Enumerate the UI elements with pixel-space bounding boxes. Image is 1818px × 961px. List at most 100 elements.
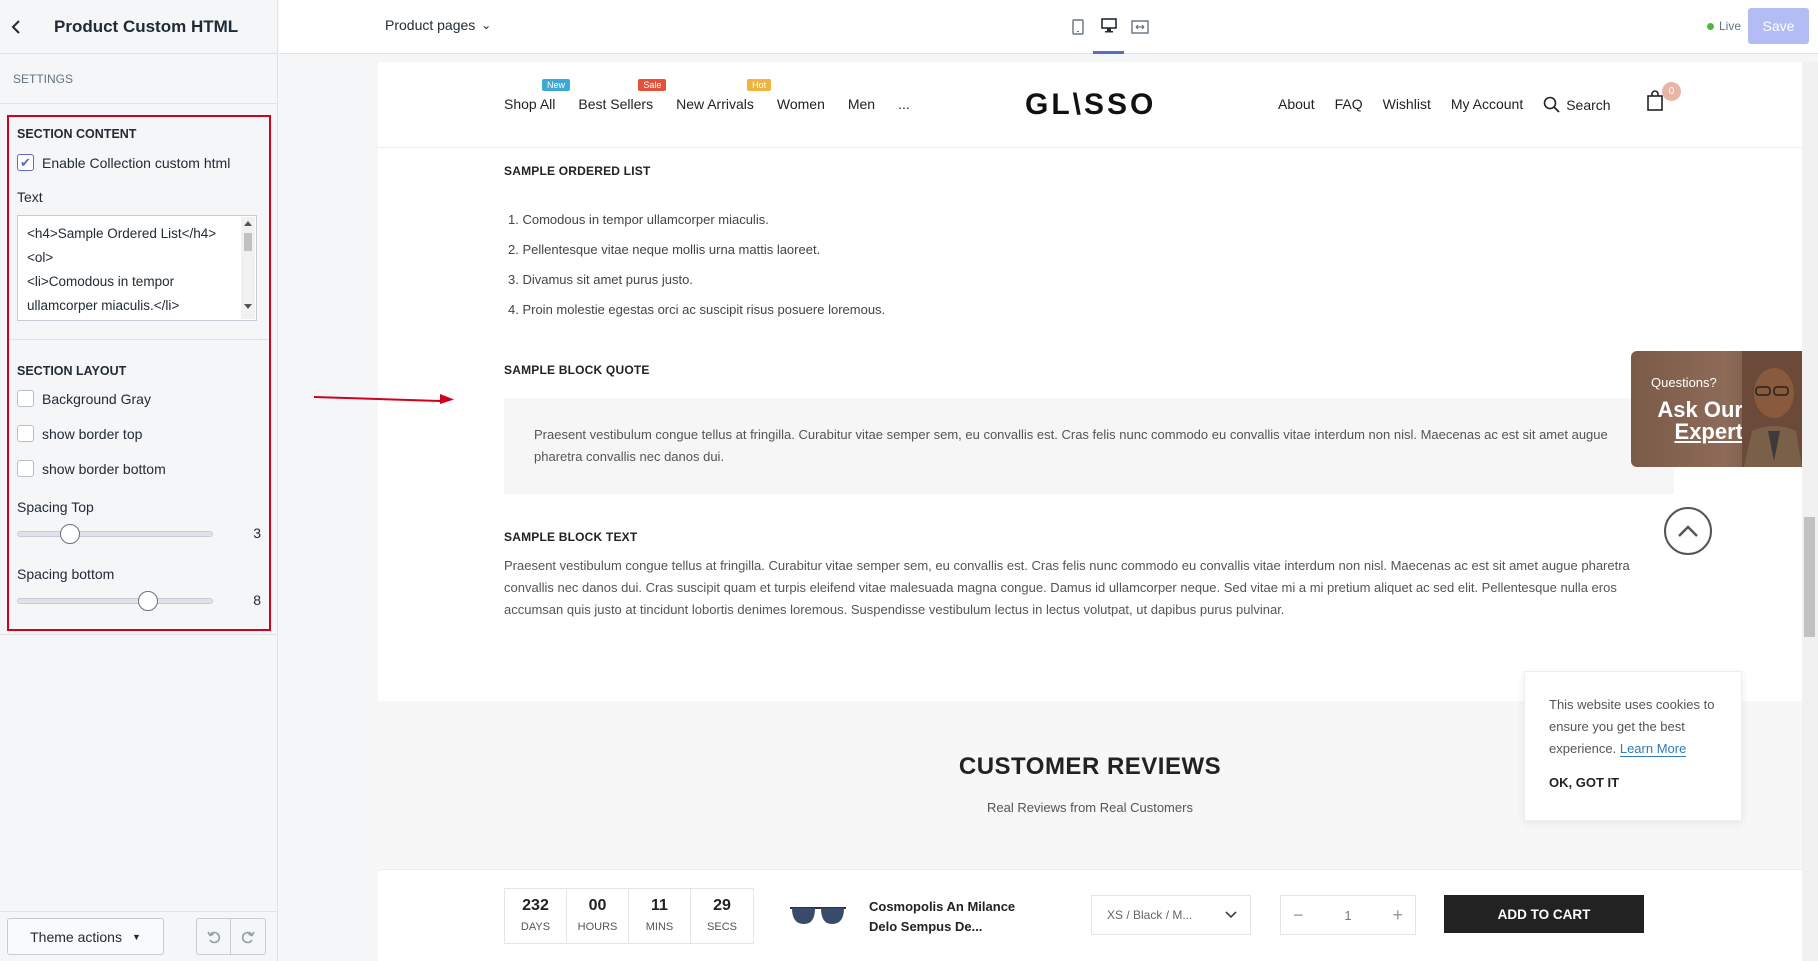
countdown-number: 232	[522, 897, 549, 914]
textarea-line: <h4>Sample Ordered List</h4>	[27, 226, 217, 241]
slider-handle[interactable]	[137, 591, 158, 611]
nav-wishlist[interactable]: Wishlist	[1383, 96, 1431, 113]
textarea-line: <ol>	[27, 250, 54, 265]
preview-scrollbar[interactable]	[1802, 62, 1818, 961]
block-quote-title: SAMPLE BLOCK QUOTE	[504, 363, 650, 377]
plus-icon[interactable]: +	[1392, 905, 1403, 926]
store-preview: New Shop All Sale Best Sellers Hot New A…	[378, 62, 1802, 961]
list-item: 1. Comodous in tempor ullamcorper miacul…	[508, 212, 769, 227]
cart-button[interactable]: 0	[1646, 82, 1681, 117]
scrollbar-thumb[interactable]	[1804, 517, 1815, 637]
editor-topbar: Product pages ⌄ Live Save	[279, 0, 1818, 54]
mobile-view-icon[interactable]	[1062, 0, 1093, 54]
ordered-list: 1. Comodous in tempor ullamcorper miacul…	[508, 212, 885, 332]
enable-custom-html-checkbox[interactable]: ✔ Enable Collection custom html	[17, 154, 230, 171]
page-select-value: Product pages	[385, 17, 476, 33]
desktop-view-icon[interactable]	[1093, 0, 1124, 54]
spacing-top-slider[interactable]	[17, 524, 213, 544]
variant-value: XS / Black / M...	[1107, 908, 1193, 922]
countdown-label: HOURS	[577, 921, 618, 933]
nav-label: Men	[847, 96, 876, 112]
product-name[interactable]: Cosmopolis An Milance Delo Sempus De...	[869, 897, 1039, 937]
expert-line-1: Ask Our	[1657, 397, 1743, 422]
save-button[interactable]: Save	[1748, 8, 1809, 44]
nav-label: Best Sellers	[578, 96, 654, 112]
quantity-value[interactable]: 1	[1344, 908, 1351, 923]
page-type-select[interactable]: Product pages ⌄	[385, 17, 491, 33]
nav-shop-all[interactable]: New Shop All	[504, 79, 571, 112]
live-dot-icon	[1707, 22, 1714, 30]
cookie-accept-button[interactable]: OK, GOT IT	[1549, 775, 1717, 790]
nav-label: ...	[898, 96, 910, 112]
nav-new-arrivals[interactable]: Hot New Arrivals	[676, 79, 772, 112]
expert-heading: Ask Our Expert	[1651, 399, 1743, 443]
quantity-stepper[interactable]: − 1 +	[1280, 895, 1416, 935]
border-bottom-checkbox[interactable]: show border bottom	[17, 460, 166, 477]
border-top-checkbox[interactable]: show border top	[17, 425, 142, 442]
cookie-message: This website uses cookies to ensure you …	[1549, 694, 1717, 760]
section-settings-highlight: SECTION CONTENT ✔ Enable Collection cust…	[7, 115, 271, 631]
learn-more-link[interactable]: Learn More	[1619, 741, 1687, 757]
enable-custom-html-label: Enable Collection custom html	[42, 154, 231, 171]
textarea-scrollbar[interactable]	[241, 217, 255, 319]
scroll-up-icon[interactable]	[244, 221, 252, 226]
ask-expert-widget[interactable]: Questions? Ask Our Expert	[1631, 351, 1802, 467]
search-icon	[1543, 96, 1560, 113]
countdown-secs: 29 SECS	[691, 889, 753, 943]
countdown-timer: 232 DAYS 00 HOURS 11 MINS 29 SECS	[504, 888, 754, 944]
countdown-label: SECS	[707, 921, 737, 933]
scroll-down-icon[interactable]	[244, 304, 252, 309]
background-gray-checkbox[interactable]: Background Gray	[17, 390, 151, 407]
cart-count-badge: 0	[1662, 82, 1681, 101]
live-label: Live	[1719, 19, 1742, 33]
countdown-hours: 00 HOURS	[567, 889, 629, 943]
nav-women[interactable]: Women	[777, 96, 825, 112]
border-top-label: show border top	[42, 425, 143, 442]
nav-men[interactable]: Men	[848, 96, 875, 112]
spacing-top-value: 3	[253, 525, 261, 541]
nav-best-sellers[interactable]: Sale Best Sellers	[578, 79, 667, 112]
device-switcher	[1062, 0, 1155, 54]
variant-select[interactable]: XS / Black / M...	[1091, 895, 1251, 935]
textarea-line: ullamcorper miaculis.</li>	[27, 298, 180, 313]
fullscreen-view-icon[interactable]	[1124, 0, 1155, 54]
chevron-up-icon	[1678, 525, 1698, 537]
minus-icon[interactable]: −	[1293, 905, 1304, 926]
checkbox-box	[17, 460, 34, 477]
countdown-mins: 11 MINS	[629, 889, 691, 943]
sidebar-title: Product Custom HTML	[54, 16, 239, 36]
add-to-cart-button[interactable]: ADD TO CART	[1444, 895, 1644, 933]
spacing-bottom-slider[interactable]	[17, 591, 213, 611]
countdown-number: 29	[713, 897, 731, 914]
settings-heading: SETTINGS	[0, 54, 277, 104]
undo-icon[interactable]	[197, 919, 231, 954]
hot-badge: Hot	[747, 79, 772, 91]
search-link[interactable]: Search	[1543, 96, 1611, 113]
undo-redo-group	[196, 918, 266, 955]
nav-label: New Arrivals	[676, 96, 754, 112]
back-arrow-icon[interactable]	[0, 0, 34, 54]
nav-faq[interactable]: FAQ	[1335, 96, 1363, 113]
scrollbar-thumb[interactable]	[244, 233, 252, 251]
store-logo[interactable]: GL\SSO	[1025, 88, 1156, 122]
sunglasses-product-image[interactable]	[788, 900, 848, 930]
chevron-down-icon	[1225, 911, 1237, 919]
scroll-to-top-button[interactable]	[1664, 507, 1712, 555]
theme-actions-button[interactable]: Theme actions ▼	[7, 918, 164, 955]
divider	[9, 339, 269, 340]
custom-html-textarea[interactable]: <h4>Sample Ordered List</h4> <ol> <li>Co…	[17, 215, 257, 321]
countdown-label: MINS	[645, 921, 674, 933]
slider-handle[interactable]	[60, 524, 81, 544]
main-nav: New Shop All Sale Best Sellers Hot New A…	[504, 79, 933, 112]
nav-my-account[interactable]: My Account	[1451, 96, 1523, 113]
list-item: 3. Divamus sit amet purus justo.	[508, 272, 693, 287]
countdown-days: 232 DAYS	[505, 889, 567, 943]
border-bottom-label: show border bottom	[42, 460, 166, 477]
nav-more[interactable]: ...	[898, 96, 910, 112]
account-nav: About FAQ Wishlist My Account Search	[1278, 96, 1631, 113]
block-quote: Praesent vestibulum congue tellus at fri…	[504, 398, 1674, 494]
block-text-title: SAMPLE BLOCK TEXT	[504, 530, 638, 544]
nav-about[interactable]: About	[1278, 96, 1315, 113]
sale-badge: Sale	[638, 79, 667, 91]
redo-icon[interactable]	[231, 919, 265, 954]
